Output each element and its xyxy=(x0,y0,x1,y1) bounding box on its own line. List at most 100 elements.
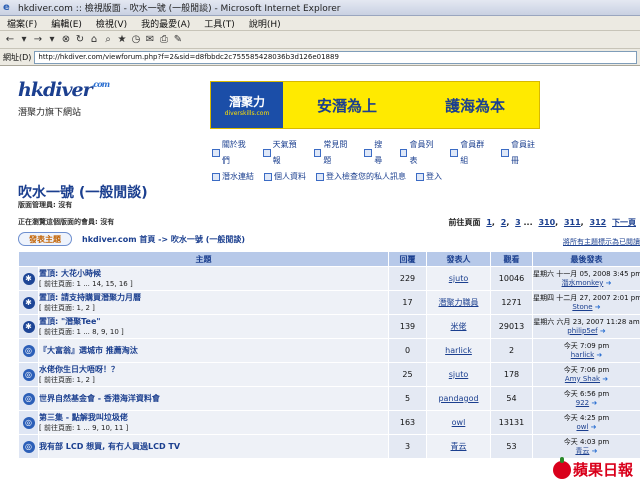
nav-register[interactable]: 會員註冊 xyxy=(501,137,542,169)
last-post-cell: 星期六 六月 23, 2007 11:28 am philip5ef ➜ xyxy=(532,314,640,339)
dropdown-icon[interactable]: ▾ xyxy=(17,34,31,45)
newspaper-watermark: 蘋果日報 xyxy=(549,456,636,481)
logo-suffix: .com xyxy=(91,79,110,89)
refresh-icon[interactable]: ↻ xyxy=(73,34,87,45)
nav-search[interactable]: 搜尋 xyxy=(364,137,389,169)
home-icon[interactable]: ⌂ xyxy=(87,34,101,45)
topic-title-link[interactable]: 置頂: 請支持購買潛聚力月曆 xyxy=(40,292,388,303)
topic-pages[interactable]: [ 前往頁面: 1, 2 ] xyxy=(40,375,388,385)
last-post-user[interactable]: Stone xyxy=(572,303,592,311)
address-input[interactable]: http://hkdiver.com/viewforum.php?f=2&sid… xyxy=(34,50,637,64)
folder-icon: ◎ xyxy=(22,368,35,381)
login-icon xyxy=(416,173,424,181)
page-311[interactable]: 311 xyxy=(564,218,581,227)
topic-pages[interactable]: [ 前往頁面: 1 ... 14, 15, 16 ] xyxy=(40,279,388,289)
nav-profile[interactable]: 個人資料 xyxy=(264,169,306,185)
last-post-user[interactable]: 潛水monkey xyxy=(562,279,604,287)
topic-pages[interactable]: [ 前往頁面: 1 ... 8, 9, 10 ] xyxy=(40,327,388,337)
stop-icon[interactable]: ⊗ xyxy=(59,34,73,45)
goto-last-post-icon[interactable]: ➜ xyxy=(591,399,597,407)
last-post-user[interactable]: Amy Shak xyxy=(565,375,600,383)
dropdown-icon[interactable]: ▾ xyxy=(45,34,59,45)
mark-all-read-link[interactable]: 將所有主題標示為已閱讀 xyxy=(563,237,640,247)
nav-login[interactable]: 登入 xyxy=(416,169,442,185)
menu-tools[interactable]: 工具(T) xyxy=(197,17,242,30)
sticky-topic-icon: ✱ xyxy=(22,272,35,285)
col-last-post: 最後發表 xyxy=(532,251,640,267)
menu-help[interactable]: 說明(H) xyxy=(242,17,288,30)
topic-status-icon: ◎ xyxy=(18,434,39,459)
author-link[interactable]: harlick xyxy=(426,338,491,363)
ad-banner[interactable]: 潛聚力 diverskills.com 安潛為上 護海為本 xyxy=(210,81,540,129)
author-link[interactable]: owl xyxy=(426,410,491,435)
nav-about[interactable]: 關於我們 xyxy=(212,137,253,169)
new-topic-button[interactable]: 發表主題 xyxy=(18,232,72,246)
author-link[interactable]: 青云 xyxy=(426,434,491,459)
goto-last-post-icon[interactable]: ➜ xyxy=(596,351,602,359)
nav-groups[interactable]: 會員群組 xyxy=(450,137,491,169)
forward-icon[interactable]: → xyxy=(31,34,45,45)
last-post-user[interactable]: philip5ef xyxy=(567,327,597,335)
topic-pages[interactable]: [ 前往頁面: 1 ... 9, 10, 11 ] xyxy=(40,423,388,433)
banner-brand-url: diverskills.com xyxy=(224,110,270,117)
menu-edit[interactable]: 編輯(E) xyxy=(44,17,89,30)
topic-title-link[interactable]: 水佬你生日大唔呀！？ xyxy=(40,364,388,375)
goto-last-post-icon[interactable]: ➜ xyxy=(592,447,598,455)
topic-title-link[interactable]: 置頂: 大花小時候 xyxy=(40,268,388,279)
nav-links[interactable]: 潛水連結 xyxy=(212,169,254,185)
topic-title-link[interactable]: 我有部 LCD 想買, 有冇人買過LCD TV xyxy=(40,441,388,452)
topic-title-link[interactable]: 『大富翁』選城市 推薦淘汰 xyxy=(40,345,388,356)
last-post-date: 今天 7:09 pm xyxy=(563,341,610,350)
edit-icon[interactable]: ✎ xyxy=(171,34,185,45)
topic-title-link[interactable]: 置頂: "潛聚Tee" xyxy=(40,316,388,327)
goto-last-post-icon[interactable]: ➜ xyxy=(606,279,612,287)
forum-title[interactable]: 吹水一號 (一般閒談) xyxy=(18,182,148,202)
replies-count: 139 xyxy=(388,314,427,339)
last-post-user[interactable]: owl xyxy=(576,423,588,431)
site-logo[interactable]: hkdiver.com 潛聚力旗下網站 xyxy=(18,79,128,118)
replies-count: 3 xyxy=(388,434,427,459)
page-312[interactable]: 312 xyxy=(590,218,607,227)
breadcrumb[interactable]: hkdiver.com 首頁 -> 吹水一號 (一般閒談) xyxy=(82,234,245,245)
nav-faq[interactable]: 常見問題 xyxy=(313,137,355,169)
goto-last-post-icon[interactable]: ➜ xyxy=(600,327,606,335)
author-link[interactable]: sjuto xyxy=(426,362,491,387)
views-count: 54 xyxy=(490,386,533,411)
topic-pages[interactable]: [ 前往頁面: 1, 2 ] xyxy=(40,303,388,313)
print-icon[interactable]: ⎙ xyxy=(157,34,171,45)
topic-status-icon: ✱ xyxy=(18,266,39,291)
goto-last-post-icon[interactable]: ➜ xyxy=(591,423,597,431)
profile-icon xyxy=(264,173,272,181)
next-page[interactable]: 下一頁 xyxy=(612,218,636,227)
topic-status-icon: ✱ xyxy=(18,314,39,339)
page-3[interactable]: 3 xyxy=(515,218,521,227)
search-icon[interactable]: ⌕ xyxy=(101,34,115,45)
author-link[interactable]: 米佬 xyxy=(426,314,491,339)
last-post-user[interactable]: 青云 xyxy=(575,447,589,455)
mail-icon[interactable]: ✉ xyxy=(143,34,157,45)
favorites-icon[interactable]: ★ xyxy=(115,34,129,45)
goto-last-post-icon[interactable]: ➜ xyxy=(595,303,601,311)
menu-favorites[interactable]: 我的最愛(A) xyxy=(134,17,197,30)
last-post-date: 星期六 十一月 05, 2008 3:45 pm xyxy=(533,269,640,278)
nav-weather[interactable]: 天氣預報 xyxy=(262,137,304,169)
page-1[interactable]: 1 xyxy=(486,218,492,227)
sticky-topic-icon: ✱ xyxy=(22,320,35,333)
menu-file[interactable]: 檔案(F) xyxy=(0,17,44,30)
nav-memberlist[interactable]: 會員列表 xyxy=(399,137,441,169)
nav-pm[interactable]: 登入檢查您的私人訊息 xyxy=(316,169,406,185)
last-post-cell: 今天 4:25 pm owl ➜ xyxy=(532,410,640,435)
topic-title-link[interactable]: 世界自然基金會 - 香港海洋資料會 xyxy=(40,393,388,404)
back-icon[interactable]: ← xyxy=(3,34,17,45)
menu-view[interactable]: 檢視(V) xyxy=(89,17,134,30)
page-310[interactable]: 310 xyxy=(538,218,555,227)
goto-last-post-icon[interactable]: ➜ xyxy=(602,375,608,383)
history-icon[interactable]: ◷ xyxy=(129,34,143,45)
last-post-user[interactable]: 922 xyxy=(576,399,589,407)
page-2[interactable]: 2 xyxy=(501,218,507,227)
topic-title-link[interactable]: 第三集 - 點解我叫垃圾佬 xyxy=(40,412,388,423)
last-post-user[interactable]: harlick xyxy=(571,351,594,359)
author-link[interactable]: sjuto xyxy=(426,266,491,291)
author-link[interactable]: 潛聚力職員 xyxy=(426,290,491,315)
author-link[interactable]: pandagod xyxy=(426,386,491,411)
